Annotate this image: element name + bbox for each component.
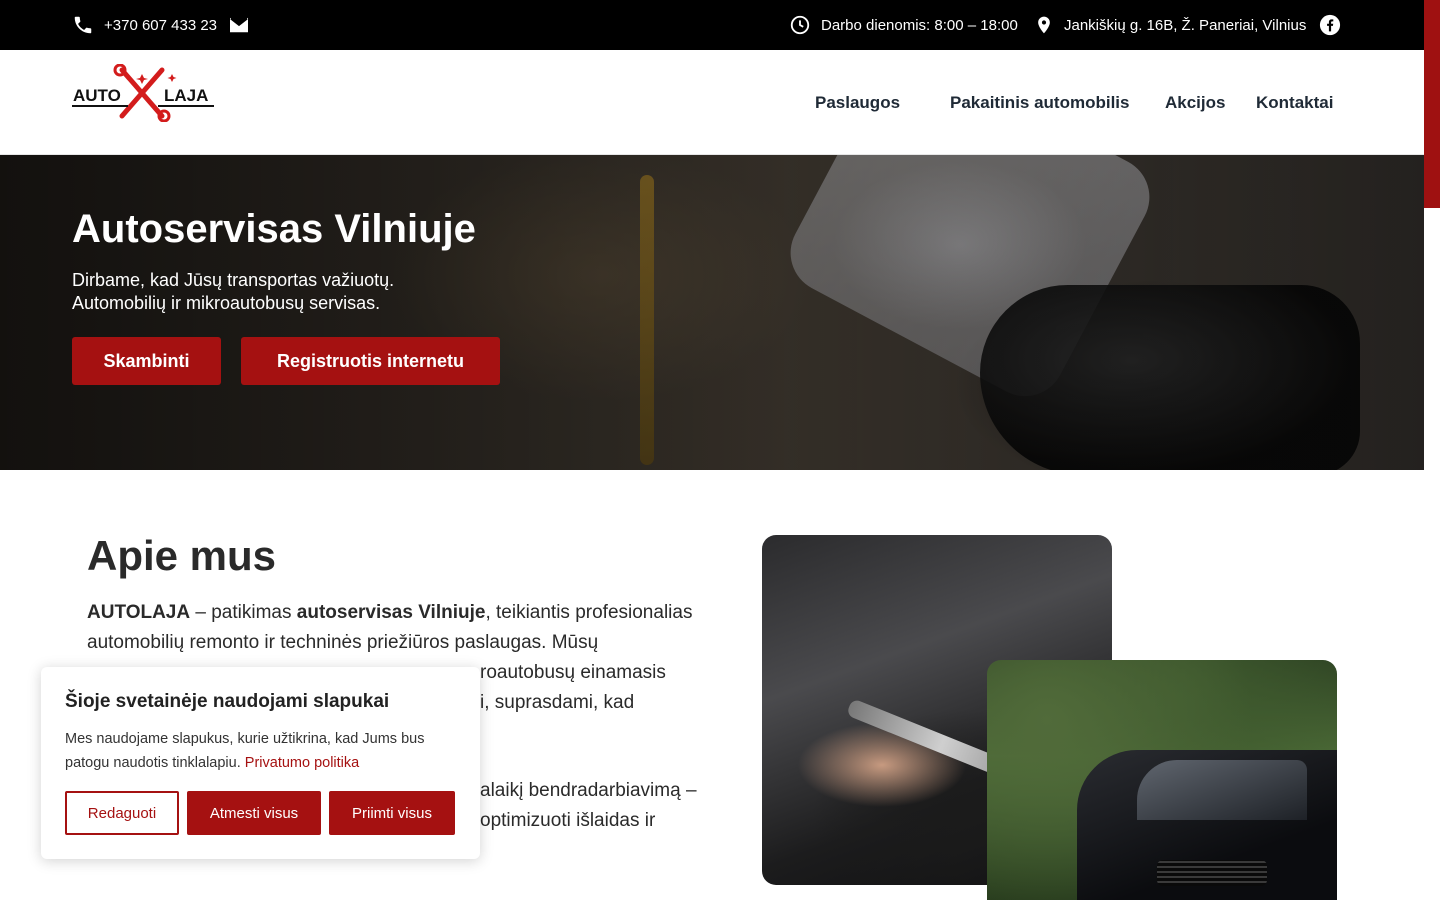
hero-subtitle-line1: Dirbame, kad Jūsų transportas važiuotų. [72,270,395,290]
brand-name: AUTOLAJA [87,602,191,623]
hours-text: Darbo dienomis: 8:00 – 18:00 [821,16,1018,34]
top-bar: +370 607 433 23 Darbo dienomis: 8:00 – 1… [0,0,1440,50]
logo-text-laja: LAJA [164,86,208,105]
cookie-consent-dialog: Šioje svetainėje naudojami slapukai Mes … [41,667,480,859]
cookie-accept-all-button[interactable]: Priimti visus [329,791,455,835]
autolaja-logo[interactable]: AUTO LAJA [72,63,214,123]
site-header: AUTO LAJA Paslaugos Pakaitinis automobil… [0,50,1424,155]
phone-number[interactable]: +370 607 433 23 [104,17,217,34]
privacy-policy-link[interactable]: Privatumo politika [245,755,359,771]
facebook-icon [1319,14,1341,36]
about-text-fragment: optimizuoti išlaidas ir [480,810,656,831]
register-online-button[interactable]: Registruotis internetu [241,337,500,385]
facebook-link[interactable] [1319,0,1341,50]
about-paragraph-1: AUTOLAJA – patikimas autoservisas Vilniu… [87,602,693,653]
phone-icon [74,16,92,34]
about-keyword: autoservisas Vilniuje [296,602,486,623]
logo-mark-icon: AUTO LAJA [72,63,214,123]
about-heading: Apie mus [87,532,277,579]
nav-item-paslaugos[interactable]: Paslaugos [815,93,900,113]
about-text-fragment: roautobusų einamasis [480,662,666,683]
cookie-edit-button[interactable]: Redaguoti [65,791,179,835]
hero-section: Autoservisas Vilniuje Dirbame, kad Jūsų … [0,155,1424,470]
scrollbar-thumb[interactable] [1424,0,1440,208]
hero-subtitle-line2: Automobilių ir mikroautobusų servisas. [72,293,381,313]
email-icon [230,17,248,33]
email-link[interactable] [228,0,250,50]
van-image [987,660,1337,900]
logo-text-auto: AUTO [73,86,121,105]
hero-subtitle: Dirbame, kad Jūsų transportas važiuotų. … [72,269,394,315]
address-text[interactable]: Jankiškių g. 16B, Ž. Paneriai, Vilnius [1064,17,1306,34]
address-contact[interactable]: Jankiškių g. 16B, Ž. Paneriai, Vilnius [1034,0,1306,50]
about-text-fragment: alaikį bendradarbiavimą – [480,780,697,801]
nav-item-akcijos[interactable]: Akcijos [1165,93,1225,113]
cookie-reject-all-button[interactable]: Atmesti visus [187,791,321,835]
cookie-text: Mes naudojame slapukus, kurie užtikrina,… [65,731,425,771]
nav-item-kontaktai[interactable]: Kontaktai [1256,93,1333,113]
location-pin-icon [1038,16,1050,34]
cookie-title: Šioje svetainėje naudojami slapukai [65,691,390,712]
call-button[interactable]: Skambinti [72,337,221,385]
about-text-fragment: i, suprasdami, kad [480,692,635,713]
phone-contact[interactable]: +370 607 433 23 [72,0,217,50]
nav-item-pakaitinis-automobilis[interactable]: Pakaitinis automobilis [950,93,1130,113]
hero-title: Autoservisas Vilniuje [72,207,476,251]
clock-icon [790,15,810,35]
working-hours: Darbo dienomis: 8:00 – 18:00 [789,0,1018,50]
